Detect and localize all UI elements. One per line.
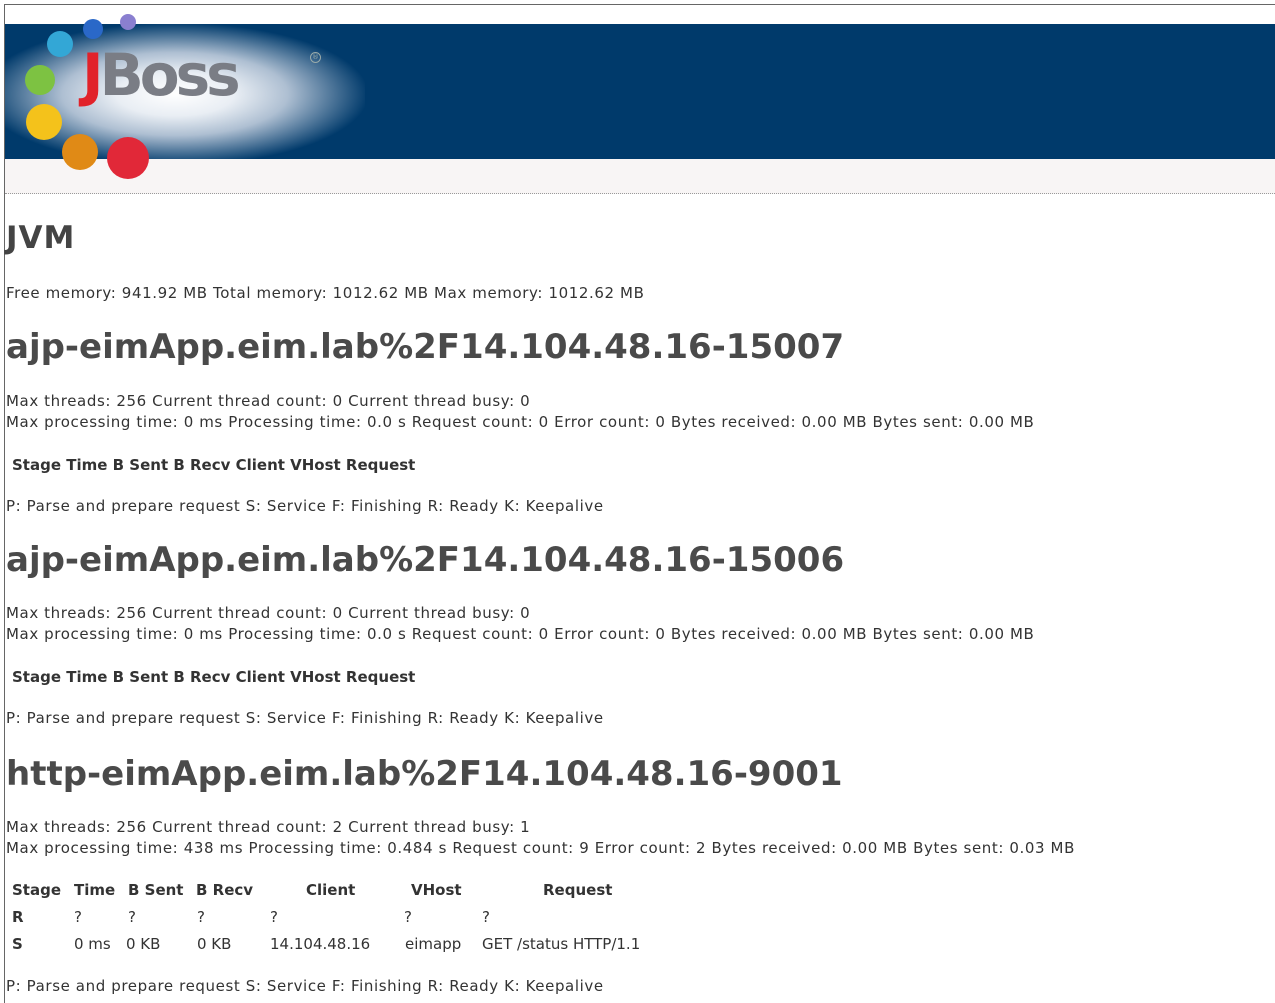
column-header-bytes-sent: B Sent	[128, 881, 184, 899]
table-cell: ?	[482, 908, 490, 926]
table-cell: 0 ms	[74, 935, 111, 953]
connector-table-header: Stage Time B Sent B Recv Client VHost Re…	[12, 456, 416, 474]
table-cell: ?	[197, 908, 205, 926]
connector-processing: Max processing time: 0 ms Processing tim…	[6, 625, 1035, 643]
connector-threads: Max threads: 256 Current thread count: 2…	[6, 818, 531, 836]
table-cell: 14.104.48.16	[270, 935, 371, 953]
stage-legend: P: Parse and prepare request S: Service …	[6, 709, 604, 727]
table-cell: 0 KB	[126, 935, 161, 953]
table-cell: S	[12, 935, 23, 953]
jvm-memory: Free memory: 941.92 MB Total memory: 101…	[6, 284, 645, 302]
table-cell: ?	[128, 908, 136, 926]
jboss-logo: JBoss	[82, 46, 241, 104]
table-cell: GET /status HTTP/1.1	[482, 935, 641, 953]
table-cell: ?	[270, 908, 278, 926]
table-cell: R	[12, 908, 24, 926]
connector-processing: Max processing time: 0 ms Processing tim…	[6, 413, 1035, 431]
jvm-heading: JVM	[6, 220, 76, 256]
logo-dot-blue	[83, 19, 103, 39]
stage-legend: P: Parse and prepare request S: Service …	[6, 497, 604, 515]
logo-dot-red	[107, 137, 149, 179]
connector-title: ajp-eimApp.eim.lab%2F14.104.48.16-15007	[6, 327, 845, 367]
column-header-vhost: VHost	[411, 881, 462, 899]
header-subband	[5, 159, 1275, 194]
column-header-client: Client	[306, 881, 356, 899]
connector-table-header: Stage Time B Sent B Recv Client VHost Re…	[12, 668, 416, 686]
column-header-time: Time	[74, 881, 116, 899]
connector-title: ajp-eimApp.eim.lab%2F14.104.48.16-15006	[6, 540, 845, 580]
table-cell: 0 KB	[197, 935, 232, 953]
connector-threads: Max threads: 256 Current thread count: 0…	[6, 604, 531, 622]
column-header-bytes-recv: B Recv	[196, 881, 254, 899]
table-cell: eimapp	[405, 935, 462, 953]
table-cell: ?	[74, 908, 82, 926]
logo-dot-green	[25, 65, 55, 95]
connector-processing: Max processing time: 438 ms Processing t…	[6, 839, 1075, 857]
connector-title: http-eimApp.eim.lab%2F14.104.48.16-9001	[6, 754, 843, 794]
logo-dot-purple	[120, 14, 136, 30]
stage-legend: P: Parse and prepare request S: Service …	[6, 977, 604, 995]
logo-dot-cyan	[47, 31, 73, 57]
registered-mark: ®	[310, 52, 321, 63]
connector-threads: Max threads: 256 Current thread count: 0…	[6, 392, 531, 410]
logo-j: J	[82, 41, 104, 109]
logo-boss: Boss	[99, 41, 241, 109]
table-cell: ?	[404, 908, 412, 926]
logo-dot-orange	[62, 134, 98, 170]
column-header-stage: Stage	[12, 881, 62, 899]
column-header-request: Request	[543, 881, 613, 899]
logo-dot-yellow	[26, 104, 62, 140]
